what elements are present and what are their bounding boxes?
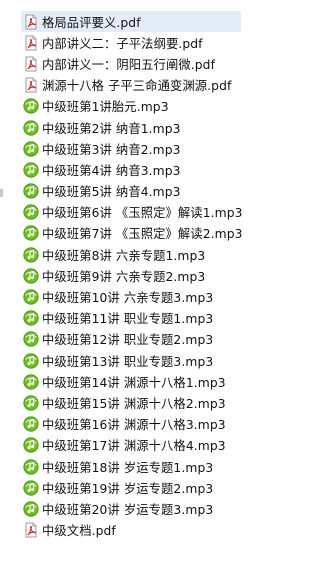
file-row[interactable]: 中级班第9讲 六亲专题2.mp3 — [21, 265, 321, 286]
mp3-icon — [23, 141, 39, 157]
file-row[interactable]: 中级班第15讲 渊源十八格2.mp3 — [21, 392, 321, 413]
pdf-icon — [23, 56, 39, 72]
mp3-icon — [23, 120, 39, 136]
mp3-icon — [23, 331, 39, 347]
file-row[interactable]: 中级班第10讲 六亲专题3.mp3 — [21, 286, 321, 307]
mp3-icon — [23, 162, 39, 178]
mp3-icon — [23, 437, 39, 453]
file-row[interactable]: 中级班第3讲 纳音2.mp3 — [21, 138, 321, 159]
file-name: 中级班第2讲 纳音1.mp3 — [42, 121, 181, 136]
file-name: 中级班第10讲 六亲专题3.mp3 — [42, 291, 214, 306]
file-name: 渊源十八格 子平三命通变渊源.pdf — [42, 79, 232, 94]
file-name: 中级班第13讲 职业专题3.mp3 — [42, 354, 214, 369]
file-row[interactable]: 中级班第2讲 纳音1.mp3 — [21, 117, 321, 138]
mp3-icon — [23, 310, 39, 326]
file-name: 中级班第1讲胎元.mp3 — [42, 100, 169, 115]
file-name: 中级班第15讲 渊源十八格2.mp3 — [42, 396, 226, 411]
file-name: 中级班第12讲 职业专题2.mp3 — [42, 333, 214, 348]
file-row[interactable]: 渊源十八格 子平三命通变渊源.pdf — [21, 75, 321, 96]
file-name: 中级班第4讲 纳音3.mp3 — [42, 163, 181, 178]
file-row[interactable]: 中级班第14讲 渊源十八格1.mp3 — [21, 371, 321, 392]
file-row[interactable]: 中级班第13讲 职业专题3.mp3 — [21, 350, 321, 371]
file-row[interactable]: 中级班第19讲 岁运专题2.mp3 — [21, 477, 321, 498]
file-row[interactable]: 中级班第4讲 纳音3.mp3 — [21, 159, 321, 180]
file-row[interactable]: 中级班第18讲 岁运专题1.mp3 — [21, 456, 321, 477]
file-row[interactable]: 格局品评要义.pdf — [21, 11, 241, 33]
file-row[interactable]: 中级班第7讲 《玉照定》解读2.mp3 — [21, 223, 321, 244]
mp3-icon — [23, 480, 39, 496]
pdf-icon — [23, 35, 39, 51]
mp3-icon — [23, 289, 39, 305]
mp3-icon — [23, 98, 39, 114]
mp3-icon — [23, 395, 39, 411]
file-row[interactable]: 中级班第11讲 职业专题1.mp3 — [21, 308, 321, 329]
file-name: 中级班第20讲 岁运专题3.mp3 — [42, 502, 214, 517]
mp3-icon — [23, 459, 39, 475]
file-row[interactable]: 中级文档.pdf — [21, 520, 321, 541]
window-edge-marker — [0, 189, 3, 197]
file-name: 中级班第9讲 六亲专题2.mp3 — [42, 269, 206, 284]
file-row[interactable]: 中级班第12讲 职业专题2.mp3 — [21, 329, 321, 350]
mp3-icon — [23, 225, 39, 241]
file-list: 格局品评要义.pdf 内部讲义二：子平法纲要.pdf 内部讲义一：阴阳五行阐微.pd… — [21, 11, 321, 541]
file-row[interactable]: 中级班第16讲 渊源十八格3.mp3 — [21, 414, 321, 435]
file-name: 中级文档.pdf — [42, 524, 116, 539]
mp3-icon — [23, 247, 39, 263]
file-name: 中级班第17讲 渊源十八格4.mp3 — [42, 439, 226, 454]
file-row[interactable]: 中级班第1讲胎元.mp3 — [21, 96, 321, 117]
file-name: 中级班第11讲 职业专题1.mp3 — [42, 312, 214, 327]
mp3-icon — [23, 416, 39, 432]
mp3-icon — [23, 183, 39, 199]
file-row[interactable]: 中级班第6讲 《玉照定》解读1.mp3 — [21, 202, 321, 223]
pdf-icon — [23, 77, 39, 93]
file-row[interactable]: 中级班第8讲 六亲专题1.mp3 — [21, 244, 321, 265]
mp3-icon — [23, 501, 39, 517]
file-name: 中级班第18讲 岁运专题1.mp3 — [42, 460, 214, 475]
file-name: 中级班第19讲 岁运专题2.mp3 — [42, 481, 214, 496]
file-row[interactable]: 内部讲义一：阴阳五行阐微.pdf — [21, 53, 321, 74]
file-name: 格局品评要义.pdf — [42, 15, 141, 30]
file-row[interactable]: 中级班第17讲 渊源十八格4.mp3 — [21, 435, 321, 456]
file-name: 内部讲义一：阴阳五行阐微.pdf — [42, 57, 216, 72]
mp3-icon — [23, 353, 39, 369]
mp3-icon — [23, 268, 39, 284]
file-row[interactable]: 中级班第5讲 纳音4.mp3 — [21, 181, 321, 202]
file-name: 中级班第7讲 《玉照定》解读2.mp3 — [42, 227, 243, 242]
file-name: 中级班第5讲 纳音4.mp3 — [42, 185, 181, 200]
pdf-icon — [23, 522, 39, 538]
file-name: 中级班第3讲 纳音2.mp3 — [42, 142, 181, 157]
file-name: 中级班第14讲 渊源十八格1.mp3 — [42, 375, 226, 390]
mp3-icon — [23, 204, 39, 220]
file-row[interactable]: 中级班第20讲 岁运专题3.mp3 — [21, 498, 321, 519]
file-name: 内部讲义二：子平法纲要.pdf — [42, 36, 203, 51]
file-name: 中级班第8讲 六亲专题1.mp3 — [42, 248, 206, 263]
mp3-icon — [23, 374, 39, 390]
file-name: 中级班第16讲 渊源十八格3.mp3 — [42, 418, 226, 433]
file-row[interactable]: 内部讲义二：子平法纲要.pdf — [21, 32, 321, 53]
file-name: 中级班第6讲 《玉照定》解读1.mp3 — [42, 206, 243, 221]
pdf-icon — [23, 14, 39, 30]
